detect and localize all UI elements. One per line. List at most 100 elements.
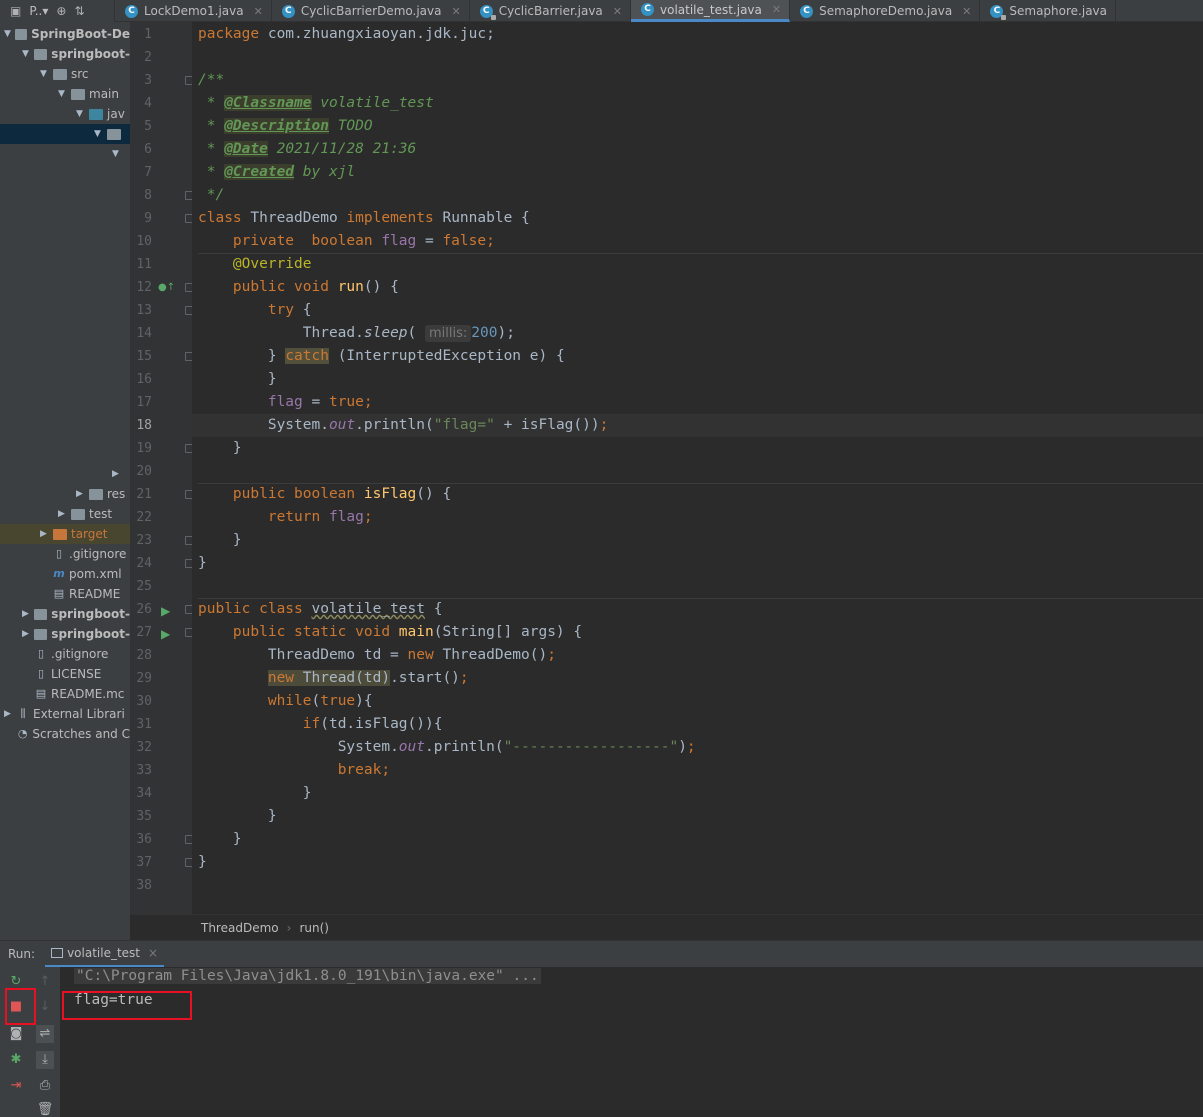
parameter-hint: millis: (425, 325, 472, 342)
run-class-icon[interactable]: ▶ (161, 604, 170, 618)
tree-item-collapsed[interactable]: ▶ (0, 464, 130, 484)
collapsed-arrow-icon[interactable]: ▶ (22, 629, 31, 639)
code-line-13: try { (267, 302, 312, 318)
breadcrumb-method[interactable]: run() (299, 921, 329, 935)
soft-wrap-icon[interactable]: ⇌ (36, 1025, 54, 1043)
print-icon[interactable]: ⎙ (36, 1077, 54, 1095)
tree-item-scratches[interactable]: ◔ Scratches and C (0, 724, 130, 744)
tab-cyclicbarrierdemo[interactable]: C CyclicBarrierDemo.java ✕ (272, 0, 470, 22)
tree-item-module-3[interactable]: ▶ springboot- (0, 624, 130, 644)
tree-item-module-2[interactable]: ▶ springboot- (0, 604, 130, 624)
markdown-file-icon: ▤ (53, 587, 65, 600)
tree-item-java[interactable]: ▼ jav (0, 104, 130, 124)
tree-item-module[interactable]: ▼ springboot- (0, 44, 130, 64)
editor-gutter[interactable]: 1 2 3 4 5 6 7 8 9 10 11 12 13 14 15 16 17 18 19 20 21 22 23 24 2… (130, 22, 193, 914)
collapsed-arrow-icon[interactable]: ▶ (58, 509, 68, 519)
close-icon[interactable]: ✕ (254, 5, 263, 18)
run-tab-label: volatile_test (67, 945, 140, 960)
project-view-selector[interactable]: ▣ P..▾ ⊕ ⇅ (0, 0, 115, 22)
collapsed-arrow-icon[interactable]: ▶ (40, 529, 50, 539)
tree-item-license[interactable]: ▯ LICENSE (0, 664, 130, 684)
tree-item-external-libraries[interactable]: ▶ ⫼ External Librari (0, 704, 130, 724)
debug-icon[interactable]: ✱ (7, 1051, 25, 1069)
java-class-icon: C (281, 4, 295, 18)
tree-item-readme[interactable]: ▤ README (0, 584, 130, 604)
expand-arrow-icon[interactable]: ▼ (40, 69, 50, 79)
tree-item-root-gitignore[interactable]: ▯ .gitignore (0, 644, 130, 664)
scroll-to-end-icon[interactable]: ⤓ (36, 1051, 54, 1069)
run-label: Run: (8, 947, 36, 961)
run-tab-volatile-test[interactable]: volatile_test × (45, 941, 165, 968)
tree-item-resources[interactable]: ▶ res (0, 484, 130, 504)
trash-icon[interactable]: 🗑 (36, 1101, 54, 1117)
expand-arrow-icon[interactable]: ▼ (58, 89, 68, 99)
tab-lockdemo1[interactable]: C LockDemo1.java ✕ (115, 0, 272, 22)
tab-semaphoredemo[interactable]: C SemaphoreDemo.java ✕ (790, 0, 981, 22)
text-file-icon: ▯ (55, 547, 63, 560)
tab-volatile-test[interactable]: C volatile_test.java ✕ (631, 0, 791, 22)
expand-arrow-icon[interactable]: ▼ (76, 109, 86, 119)
tree-item-package-selected[interactable]: ▼ (0, 124, 130, 144)
code-line-27: public static void main(String[] args) { (232, 624, 583, 640)
tree-item-label: jav (107, 107, 125, 121)
expand-arrow-icon[interactable]: ▼ (94, 129, 104, 139)
code-line-14: Thread.sleep( millis: 200); (302, 325, 515, 342)
tree-item-label: springboot- (51, 607, 130, 621)
tree-item-gitignore[interactable]: ▯ .gitignore (0, 544, 130, 564)
tree-item-pom[interactable]: m pom.xml (0, 564, 130, 584)
tree-item-target[interactable]: ▶ target (0, 524, 130, 544)
tree-item-label: .gitignore (51, 647, 109, 661)
tree-item-subpackage[interactable]: ▼ (0, 144, 130, 164)
tree-item-test[interactable]: ▶ test (0, 504, 130, 524)
exit-icon[interactable]: ⇥ (7, 1077, 25, 1095)
code-editor[interactable]: package com.zhuangxiaoyan.jdk.juc; /** *… (192, 22, 1203, 914)
tree-item-label: SpringBoot-De (31, 27, 130, 41)
folder-icon (71, 508, 85, 520)
expand-arrow-icon[interactable]: ▼ (112, 149, 122, 159)
line-number: 5 (144, 119, 152, 134)
line-number: 2 (144, 50, 152, 65)
package-icon (107, 128, 121, 140)
collapsed-arrow-icon[interactable]: ▶ (76, 489, 86, 499)
folder-icon (71, 88, 85, 100)
code-line-8: */ (198, 187, 225, 203)
close-icon[interactable]: ✕ (962, 5, 971, 18)
run-toolbar: ↻ ↑ ■ ↓ ◙ ⇌ ✱ ⤓ ⇥ ⎙ 🗑 (0, 967, 60, 1117)
close-icon[interactable]: ✕ (613, 5, 622, 18)
collapse-all-icon[interactable]: ⇅ (74, 4, 84, 18)
expand-arrow-icon[interactable]: ▼ (4, 29, 12, 39)
highlight-box-stop (5, 988, 36, 1025)
markdown-file-icon: ▤ (35, 687, 47, 700)
up-arrow-icon[interactable]: ↑ (36, 973, 54, 991)
project-view-label[interactable]: P..▾ (29, 4, 48, 18)
line-number: 28 (136, 648, 152, 663)
line-number: 35 (136, 809, 152, 824)
collapsed-arrow-icon[interactable]: ▶ (22, 609, 31, 619)
close-icon[interactable]: ✕ (451, 5, 460, 18)
tab-cyclicbarrier[interactable]: C CyclicBarrier.java ✕ (470, 0, 631, 22)
implements-method-icon[interactable]: ●↑ (158, 282, 175, 293)
code-line-18: System.out.println("flag=" + isFlag()); (267, 417, 609, 433)
locate-icon[interactable]: ⊕ (56, 4, 66, 18)
line-number: 29 (136, 671, 152, 686)
code-line-31: if(td.isFlag()){ (302, 716, 443, 732)
tree-item-main[interactable]: ▼ main (0, 84, 130, 104)
collapsed-arrow-icon[interactable]: ▶ (4, 709, 14, 719)
module-icon (34, 628, 48, 640)
tree-item-src[interactable]: ▼ src (0, 64, 130, 84)
tab-semaphore[interactable]: C Semaphore.java (980, 0, 1117, 22)
console-output[interactable]: "C:\Program Files\Java\jdk1.8.0_191\bin\… (60, 967, 1203, 1117)
run-main-icon[interactable]: ▶ (161, 627, 170, 641)
down-arrow-icon[interactable]: ↓ (36, 998, 54, 1016)
tree-item-root-readme[interactable]: ▤ README.mc (0, 684, 130, 704)
code-line-10: private boolean flag = false; (232, 233, 495, 249)
collapsed-arrow-icon[interactable]: ▶ (112, 469, 122, 479)
breadcrumb-class[interactable]: ThreadDemo (201, 921, 279, 935)
expand-arrow-icon[interactable]: ▼ (22, 49, 31, 59)
close-icon[interactable]: ✕ (772, 3, 781, 16)
camera-icon[interactable]: ◙ (7, 1025, 25, 1043)
code-line-1: package com.zhuangxiaoyan.jdk.juc; (198, 26, 495, 42)
tree-item-root[interactable]: ▼ SpringBoot-De (0, 24, 130, 44)
close-icon[interactable]: × (148, 946, 158, 960)
module-icon (15, 28, 28, 40)
